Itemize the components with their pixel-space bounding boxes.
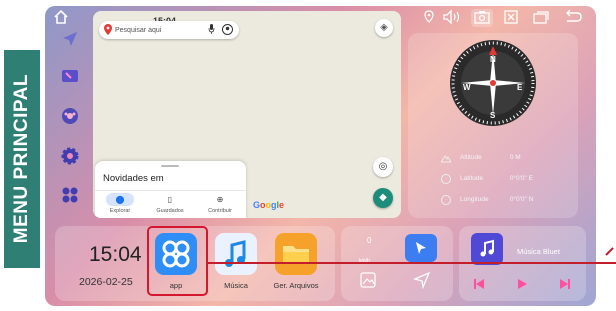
longitude-label: Longitude bbox=[460, 196, 489, 203]
account-icon[interactable] bbox=[222, 24, 233, 37]
settings-icon bbox=[61, 147, 79, 165]
previous-track-icon[interactable] bbox=[473, 277, 485, 295]
music-app-label[interactable]: Música bbox=[205, 281, 267, 290]
clock-time: 15:04 bbox=[89, 243, 142, 266]
bluetooth-music-icon bbox=[471, 233, 503, 265]
next-track-icon[interactable] bbox=[559, 277, 571, 295]
latitude-row: Latitude 0°0'0" E bbox=[460, 175, 533, 182]
music-widget-title: Música Bluet bbox=[517, 247, 560, 256]
microphone-icon[interactable] bbox=[208, 24, 215, 37]
apps-icon bbox=[62, 187, 78, 203]
latitude-value: 0°0'0" E bbox=[509, 175, 533, 182]
longitude-value: 0°0'0" N bbox=[509, 196, 534, 203]
tab-explorar[interactable]: ⬤ Explorar bbox=[95, 193, 145, 214]
video-icon bbox=[62, 70, 78, 82]
tab-contribuir[interactable]: ⊕ Contribuir bbox=[195, 193, 245, 214]
callout-line bbox=[208, 262, 616, 264]
latitude-label: Latitude bbox=[460, 175, 484, 182]
add-circle-icon: ⊕ bbox=[216, 195, 224, 204]
menu-principal-banner: MENU PRINCIPAL bbox=[4, 50, 40, 268]
bookmark-icon: ▯ bbox=[167, 195, 173, 204]
dock-navigation[interactable] bbox=[57, 26, 83, 52]
altitude-icon bbox=[440, 153, 452, 163]
google-logo: Google bbox=[253, 200, 285, 210]
tab-guardados[interactable]: ▯ Guardados bbox=[145, 193, 195, 214]
steering-wheel-icon bbox=[62, 108, 78, 124]
gallery-icon[interactable] bbox=[359, 271, 377, 294]
tab-explorar-label: Explorar bbox=[109, 208, 131, 214]
map-search-placeholder: Pesquisar aqui bbox=[115, 26, 162, 34]
dock-video[interactable] bbox=[57, 63, 83, 89]
sheet-handle[interactable] bbox=[161, 165, 179, 167]
longitude-icon: · bbox=[441, 195, 451, 205]
folder-icon[interactable] bbox=[275, 233, 317, 275]
dock-settings[interactable] bbox=[57, 143, 83, 169]
compass-west: W bbox=[463, 83, 471, 92]
screenshot-icon[interactable] bbox=[471, 9, 493, 27]
location-pin-icon bbox=[423, 9, 435, 27]
app-highlight-box bbox=[147, 226, 208, 296]
home-icon[interactable] bbox=[53, 9, 69, 27]
compass-panel: N S E W Altitude 0 M · Latitude 0°0'0" E… bbox=[408, 33, 578, 218]
longitude-row: Longitude 0°0'0" N bbox=[460, 196, 533, 203]
multitask-icon[interactable] bbox=[532, 9, 550, 27]
map-panel[interactable]: 15:04 Pesquisar aqui ◈ Novidades em ⬤ Ex… bbox=[93, 11, 401, 218]
head-unit-screen: 15:04 Pesquisar aqui ◈ Novidades em ⬤ Ex… bbox=[45, 6, 596, 306]
navigation-icon bbox=[63, 32, 77, 46]
latitude-icon: · bbox=[441, 174, 451, 184]
sheet-title: Novidades em bbox=[103, 173, 164, 184]
back-icon[interactable] bbox=[563, 9, 583, 27]
pin-icon: ⬤ bbox=[106, 193, 134, 206]
sheet-divider bbox=[95, 190, 246, 191]
compass-east: E bbox=[517, 83, 523, 92]
menu-principal-label: MENU PRINCIPAL bbox=[11, 74, 32, 244]
file-manager-label[interactable]: Ger. Arquivos bbox=[265, 281, 327, 290]
music-note-icon[interactable] bbox=[215, 233, 257, 275]
my-location-icon[interactable]: ◎ bbox=[373, 157, 393, 177]
altitude-row: Altitude 0 M bbox=[460, 154, 521, 161]
layers-icon[interactable]: ◈ bbox=[375, 19, 393, 37]
send-location-icon[interactable] bbox=[413, 271, 431, 294]
dock-steering[interactable] bbox=[57, 103, 83, 129]
volume-icon[interactable] bbox=[442, 9, 462, 27]
navigate-button[interactable] bbox=[405, 234, 437, 262]
cursor-arrow-icon bbox=[416, 242, 426, 254]
compass-north: N bbox=[490, 55, 496, 64]
dock-apps[interactable] bbox=[57, 182, 83, 208]
callout-tick bbox=[605, 247, 614, 256]
tab-contribuir-label: Contribuir bbox=[208, 208, 232, 214]
map-bottom-sheet[interactable]: Novidades em ⬤ Explorar ▯ Guardados ⊕ Co… bbox=[95, 161, 246, 218]
close-window-icon[interactable] bbox=[502, 9, 520, 27]
play-icon[interactable] bbox=[516, 277, 528, 295]
map-pin-icon bbox=[104, 24, 112, 37]
compass-south: S bbox=[490, 111, 496, 120]
map-search-bar[interactable]: Pesquisar aqui bbox=[99, 21, 239, 39]
directions-icon[interactable]: ◆ bbox=[373, 188, 393, 208]
altitude-label: Altitude bbox=[460, 154, 482, 161]
altitude-value: 0 M bbox=[509, 154, 521, 161]
tab-guardados-label: Guardados bbox=[156, 208, 184, 214]
speed-value: 0 bbox=[367, 236, 372, 245]
clock-date: 2026-02-25 bbox=[79, 276, 133, 288]
